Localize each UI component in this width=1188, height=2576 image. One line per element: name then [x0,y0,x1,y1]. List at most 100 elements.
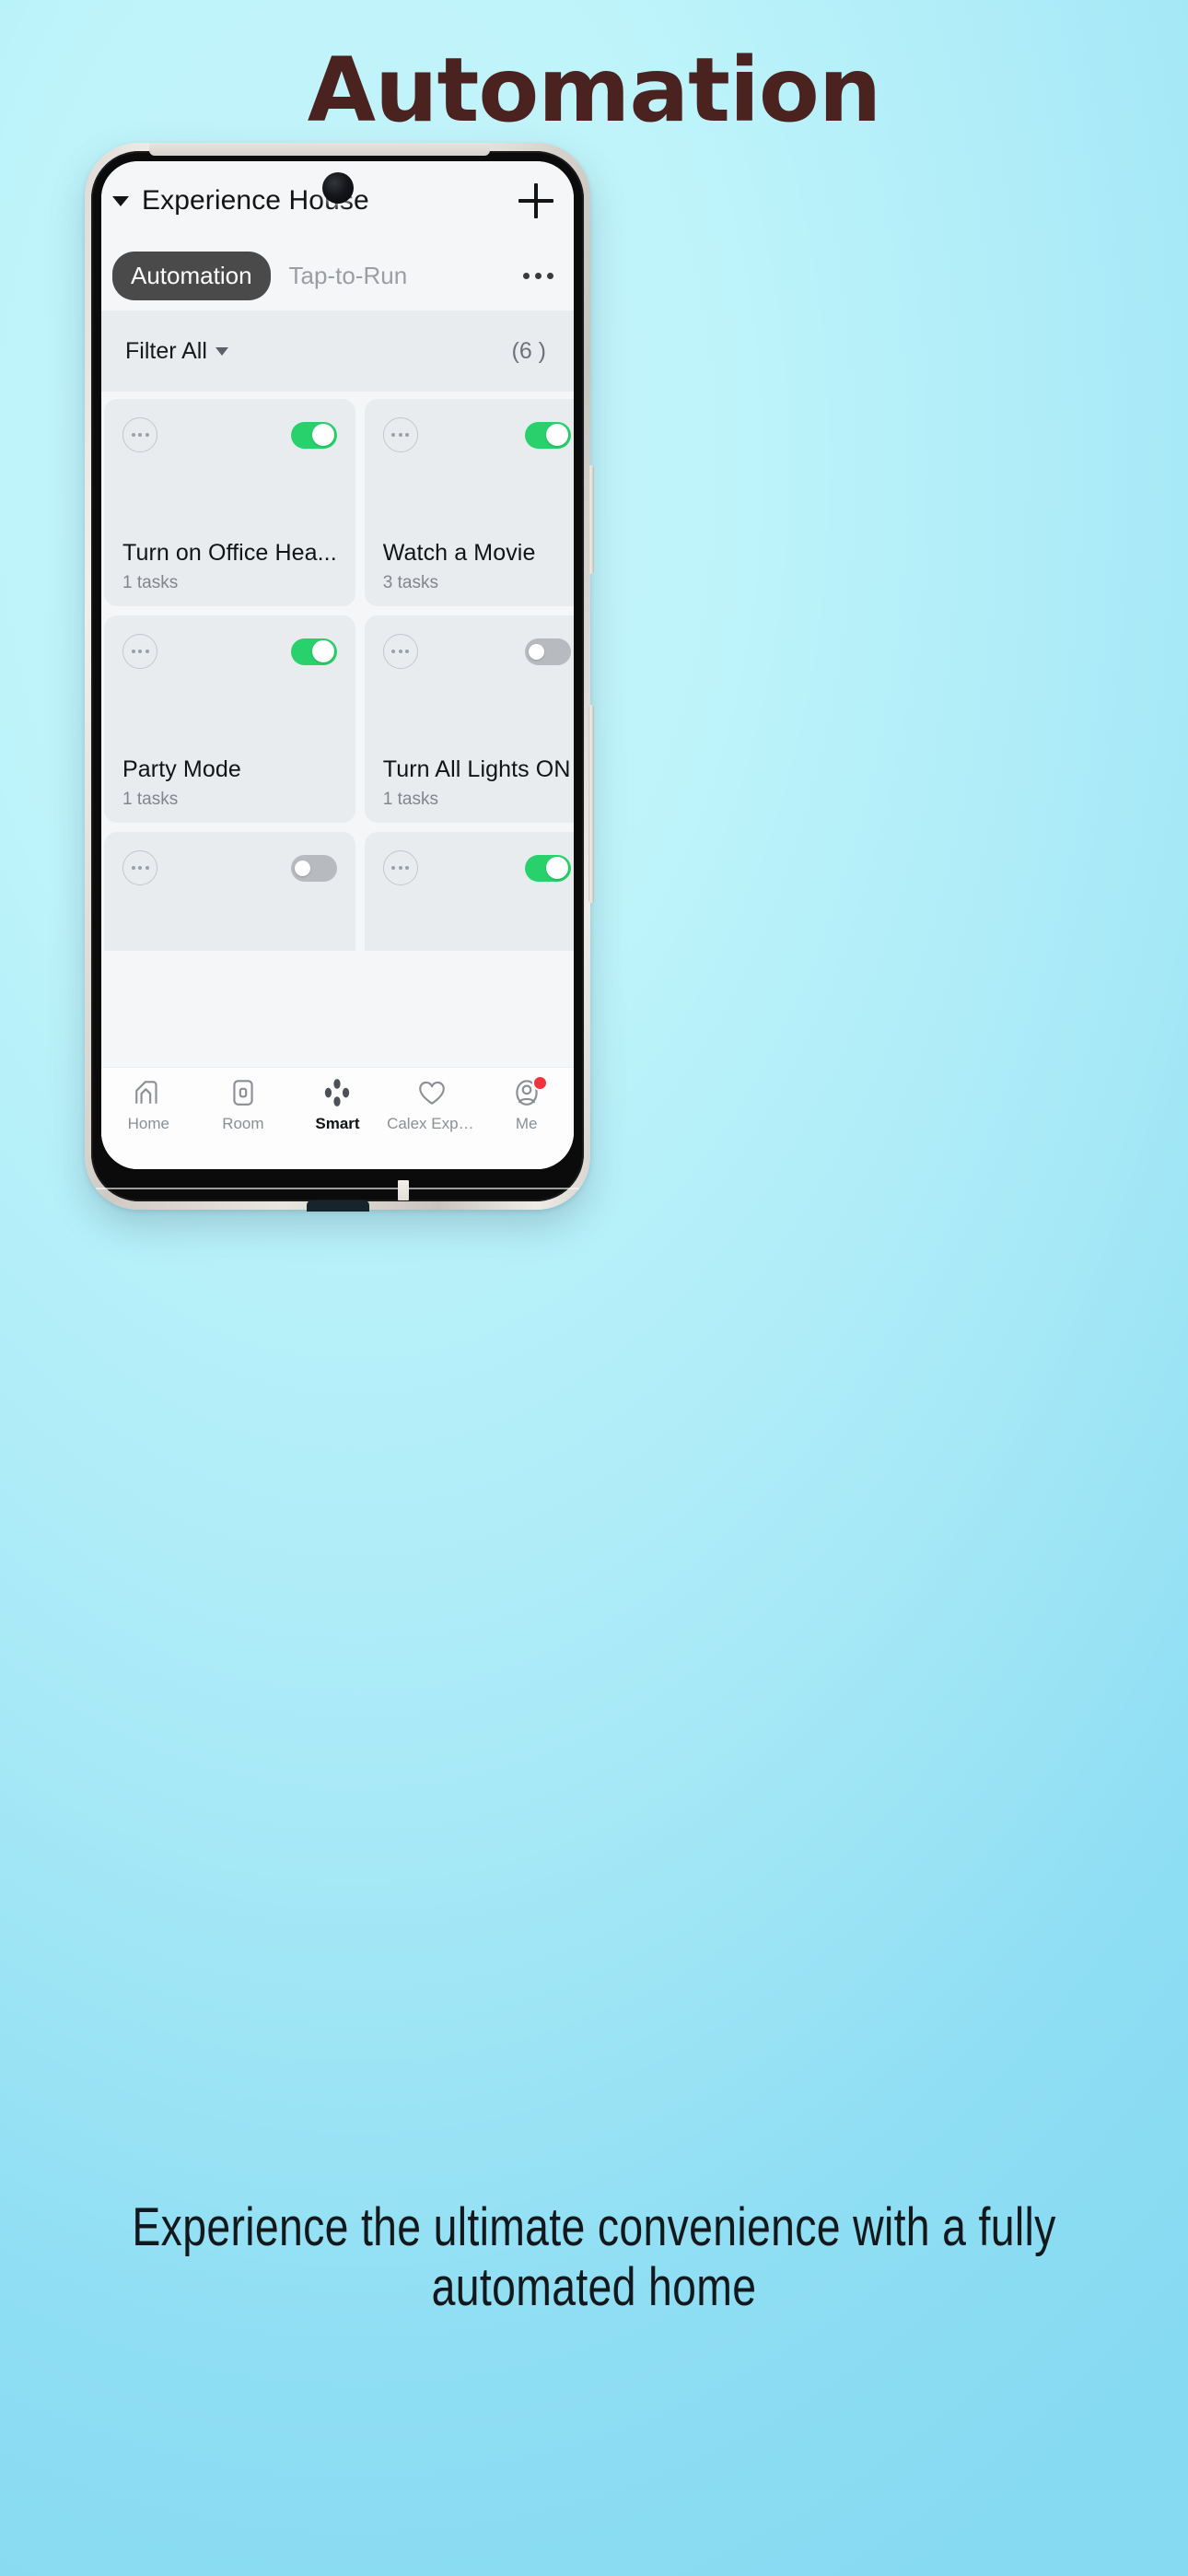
plus-icon[interactable] [518,183,553,218]
chevron-down-icon[interactable] [112,195,129,206]
caption-text: Experience the ultimate convenience with… [132,2197,1056,2317]
tab-automation[interactable]: Automation [112,251,271,300]
nav-item-smart[interactable]: Smart [290,1077,385,1133]
ellipsis-icon[interactable] [122,850,157,885]
table-row[interactable]: Turn All Lights ON 1 tasks [364,615,574,823]
phone-screen: Experience House Automation Tap-to-Run F… [101,161,574,1169]
dot [398,866,402,870]
automation-task-count: 1 tasks [122,573,179,592]
automation-toggle[interactable] [524,854,571,882]
automation-toggle[interactable] [290,854,337,882]
ellipsis-icon[interactable] [382,850,418,885]
dot [391,433,396,437]
dot [138,650,142,653]
toggle-knob [528,643,544,660]
bottom-navigation: Home Room Smart Calex Experi Me [101,1067,574,1169]
card-header [382,417,571,452]
toggle-knob [312,640,335,662]
dot [145,433,149,437]
automation-toggle[interactable] [290,421,337,449]
toggle-knob [546,424,568,446]
toggle-knob [294,860,310,876]
automation-toggle[interactable] [524,421,571,449]
nav-item-me[interactable]: Me [479,1075,574,1133]
automation-title: Turn All Lights ON [382,756,571,782]
table-row[interactable]: Watch a Movie 3 tasks [364,399,574,606]
filter-label: Filter All [125,337,207,364]
automation-grid: Turn on Office Hea... 1 tasks Watch a Mo… [101,392,574,951]
automation-task-count: 3 tasks [382,573,438,592]
dot [405,866,410,870]
switch-icon [233,1080,253,1106]
house-icon [135,1081,157,1104]
table-row[interactable]: Activate Alarm 1 tasks [104,832,355,951]
phone-bottom-port [306,1200,369,1212]
automation-title: Watch a Movie [382,540,536,566]
nav-item-home[interactable]: Home [101,1077,196,1133]
ellipsis-icon[interactable] [382,634,418,669]
phone-volume-button[interactable] [588,465,594,574]
nav-label: Calex Experie... [387,1115,477,1132]
grid-bottom-space [101,951,574,1067]
ellipsis-icon[interactable] [122,634,157,669]
nav-item-room[interactable]: Room [196,1077,291,1133]
automation-toggle[interactable] [524,638,571,665]
table-row[interactable]: Party Mode 1 tasks [104,615,355,823]
nav-label: Home [127,1115,169,1132]
dot [131,433,135,437]
card-header [382,850,571,885]
automation-toggle[interactable] [290,638,337,665]
phone-power-button[interactable] [588,705,594,903]
ellipsis-icon[interactable] [122,417,157,452]
dot [138,433,142,437]
filter-bar: Filter All (6 ) [101,310,574,392]
phone-antenna-tick [398,1180,410,1200]
card-header [122,634,337,669]
dot [131,866,135,870]
dot [131,650,135,653]
diamonds-icon [325,1079,350,1107]
card-header [382,634,571,669]
front-camera-punch-hole [321,172,354,204]
automation-task-count: 1 tasks [382,790,438,809]
toggle-knob [312,424,335,446]
page-title: Automation [307,39,881,142]
phone-bottom-seam [96,1188,579,1189]
table-row[interactable]: Sunset Lights 1 tasks [364,832,574,951]
ellipsis-icon[interactable] [382,417,418,452]
status-badge [531,1075,548,1091]
tab-strip: Automation Tap-to-Run [101,240,574,310]
dot [145,650,149,653]
dot [391,866,396,870]
toggle-knob [546,857,568,879]
automation-task-count: 1 tasks [122,790,179,809]
dot [398,650,402,653]
dot [391,650,396,653]
table-row[interactable]: Turn on Office Hea... 1 tasks [104,399,355,606]
automation-count: (6 ) [511,337,547,364]
more-horizontal-icon[interactable] [523,272,553,279]
dot [145,866,149,870]
nav-label: Room [222,1115,264,1132]
smart-home-app: Experience House Automation Tap-to-Run F… [101,161,574,1169]
automation-title: Turn on Office Hea... [122,540,337,566]
automation-title: Party Mode [122,756,241,782]
chevron-down-icon [215,346,228,356]
dot [547,272,553,279]
filter-dropdown[interactable]: Filter All [125,338,228,365]
dot [535,272,542,279]
phone-mockup: Experience House Automation Tap-to-Run F… [85,143,594,1212]
dot [523,272,530,279]
card-header [122,417,337,452]
nav-label: Me [515,1115,538,1132]
phone-top-antenna-band [149,143,490,156]
dot [405,650,410,653]
dot [405,433,410,437]
tab-tap-to-run[interactable]: Tap-to-Run [271,252,426,300]
nav-item-calex-experience[interactable]: Calex Experie... [385,1077,480,1133]
